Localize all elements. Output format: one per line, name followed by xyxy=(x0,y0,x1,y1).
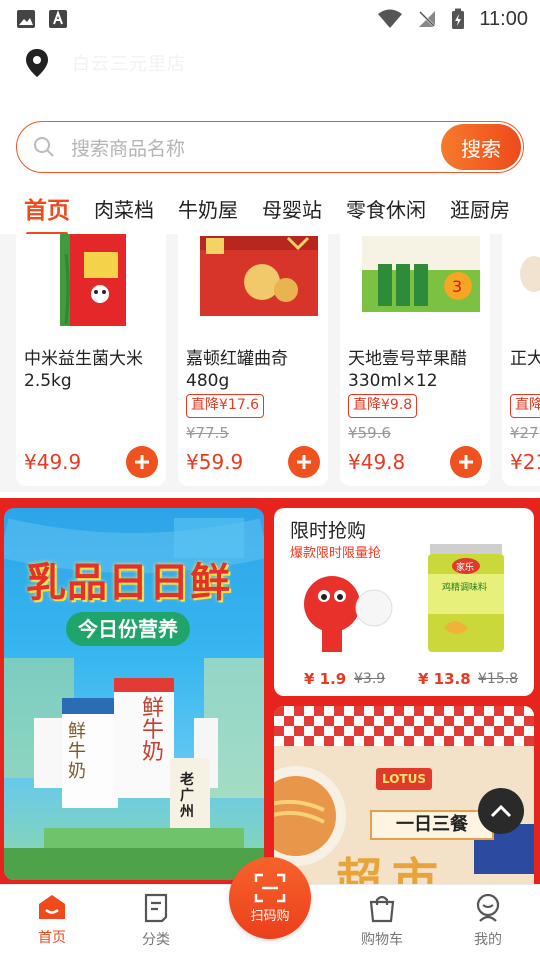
shopping-bag-icon xyxy=(369,895,395,923)
product-name: 正大…枚 xyxy=(510,349,540,369)
add-to-cart-button[interactable] xyxy=(126,446,158,478)
original-price: ¥27 xyxy=(510,424,539,442)
plus-icon xyxy=(459,455,473,469)
promo-section: 乳品日日鲜 今日份营养 鲜牛奶 鲜牛奶 老广州 限时抢购 爆款限时限量抢 家乐 … xyxy=(0,498,540,886)
price-drop-badge: 直降 xyxy=(510,394,540,418)
meals-big-text: 超市 xyxy=(336,853,448,886)
tab-snacks[interactable]: 零食休闲 xyxy=(346,188,426,228)
nav-cart[interactable]: 购物车 xyxy=(342,893,422,953)
search-button[interactable]: 搜索 xyxy=(441,124,521,170)
seasoning-can-image: 家乐 鸡精调味料 xyxy=(428,544,504,652)
product-card[interactable]: 正大…枚 直降 ¥27 ¥21 xyxy=(502,234,540,486)
original-price: ¥77.5 xyxy=(186,424,229,442)
tab-meat-veg[interactable]: 肉菜档 xyxy=(94,188,154,228)
wifi-icon xyxy=(378,9,403,28)
bottom-navigation: 首页 分类 扫码购 购物车 我的 xyxy=(0,857,540,960)
dairy-banner[interactable]: 乳品日日鲜 今日份营养 鲜牛奶 鲜牛奶 老广州 xyxy=(4,508,264,880)
plus-icon xyxy=(135,455,149,469)
clock: 11:00 xyxy=(479,7,528,30)
battery-charging-icon xyxy=(452,8,465,29)
location-pin-icon xyxy=(26,49,48,77)
scan-icon xyxy=(254,873,286,902)
category-tabs: 首页 肉菜档 牛奶屋 母婴站 零食休闲 逛厨房 xyxy=(0,182,540,234)
product-price: ¥21 xyxy=(510,450,540,474)
product-card[interactable]: 3 天地壹号苹果醋330ml×12 直降¥9.8 ¥59.6 ¥49.8 xyxy=(340,234,490,486)
price-drop-badge: 直降¥17.6 xyxy=(186,394,265,418)
text-a-icon xyxy=(49,10,67,28)
meals-sign: 一日三餐 xyxy=(370,810,494,840)
lotus-logo: LOTUS xyxy=(376,768,432,790)
flash-sale-original-price: ¥3.9 xyxy=(354,671,386,687)
svg-text:3: 3 xyxy=(452,277,462,296)
eggs-image xyxy=(520,256,540,292)
carton-label: 鲜牛奶 xyxy=(142,696,165,765)
search-icon xyxy=(34,137,54,157)
add-to-cart-button[interactable] xyxy=(450,446,482,478)
tab-home[interactable]: 首页 xyxy=(24,188,70,234)
add-to-cart-button[interactable] xyxy=(288,446,320,478)
product-name: 嘉顿红罐曲奇480g xyxy=(186,349,288,391)
flash-sale-original-price: ¥15.8 xyxy=(478,671,519,687)
no-signal-icon xyxy=(418,10,437,28)
status-bar: 11:00 xyxy=(0,0,540,38)
plus-icon xyxy=(297,455,311,469)
carton-label: 鲜牛奶 xyxy=(68,721,86,782)
dairy-banner-title: 乳品日日鲜 xyxy=(26,560,231,606)
product-name: 天地壹号苹果醋330ml×12 xyxy=(348,349,467,391)
flash-sale-card[interactable]: 限时抢购 爆款限时限量抢 家乐 鸡精调味料 ¥ 1.9 ¥3.9 ¥ 13.8 … xyxy=(274,508,534,696)
can-brand: 家乐 xyxy=(456,561,474,573)
tab-baby[interactable]: 母婴站 xyxy=(262,188,322,228)
original-price: ¥59.6 xyxy=(348,424,391,442)
tab-milk[interactable]: 牛奶屋 xyxy=(178,188,238,228)
nav-category[interactable]: 分类 xyxy=(116,893,196,953)
product-name: 中米益生菌大米2.5kg xyxy=(24,349,143,391)
nav-cart-label: 购物车 xyxy=(361,932,403,948)
flash-sale-price: ¥ 1.9 xyxy=(304,670,347,688)
user-icon xyxy=(476,893,500,922)
product-card[interactable]: 中米益生菌大米2.5kg ¥49.9 xyxy=(16,234,166,486)
nav-category-label: 分类 xyxy=(142,932,170,948)
nav-home-label: 首页 xyxy=(38,930,66,946)
search-input[interactable]: 搜索商品名称 xyxy=(71,134,441,161)
flash-sale-price: ¥ 13.8 xyxy=(418,670,471,688)
cup-label: 老广州 xyxy=(180,772,194,820)
vinegar-box-image: 3 xyxy=(362,236,480,312)
image-icon xyxy=(17,10,35,28)
tab-kitchen[interactable]: 逛厨房 xyxy=(450,188,510,228)
product-price: ¥59.9 xyxy=(186,450,244,474)
flash-sale-subtitle: 爆款限时限量抢 xyxy=(290,546,382,561)
flash-sale-title: 限时抢购 xyxy=(290,520,367,542)
scan-to-buy-button[interactable]: 扫码购 xyxy=(229,857,311,939)
product-card[interactable]: 嘉顿红罐曲奇480g 直降¥17.6 ¥77.5 ¥59.9 xyxy=(178,234,328,486)
category-icon xyxy=(144,893,168,923)
rice-bag-image xyxy=(60,234,126,326)
location-selector[interactable]: 白云三元里店 xyxy=(0,40,540,86)
home-icon xyxy=(39,895,65,919)
search-bar[interactable]: 搜索商品名称 搜索 xyxy=(16,121,524,173)
yogurt-product-image xyxy=(304,576,393,652)
product-price: ¥49.9 xyxy=(24,450,82,474)
product-carousel[interactable]: 中米益生菌大米2.5kg ¥49.9 嘉顿红罐曲奇480g 直降¥17.6 ¥7… xyxy=(0,234,540,492)
scan-label: 扫码购 xyxy=(250,908,290,924)
dairy-banner-subtitle: 今日份营养 xyxy=(66,612,190,646)
nav-home[interactable]: 首页 xyxy=(12,893,92,953)
back-to-top-button[interactable] xyxy=(478,788,524,834)
nav-mine-label: 我的 xyxy=(474,932,502,948)
chevron-up-icon xyxy=(490,804,512,818)
product-price: ¥49.8 xyxy=(348,450,406,474)
can-label: 鸡精调味料 xyxy=(442,581,487,593)
price-drop-badge: 直降¥9.8 xyxy=(348,394,418,418)
cookie-box-image xyxy=(200,236,318,316)
store-name: 白云三元里店 xyxy=(72,54,186,75)
nav-mine[interactable]: 我的 xyxy=(448,893,528,953)
